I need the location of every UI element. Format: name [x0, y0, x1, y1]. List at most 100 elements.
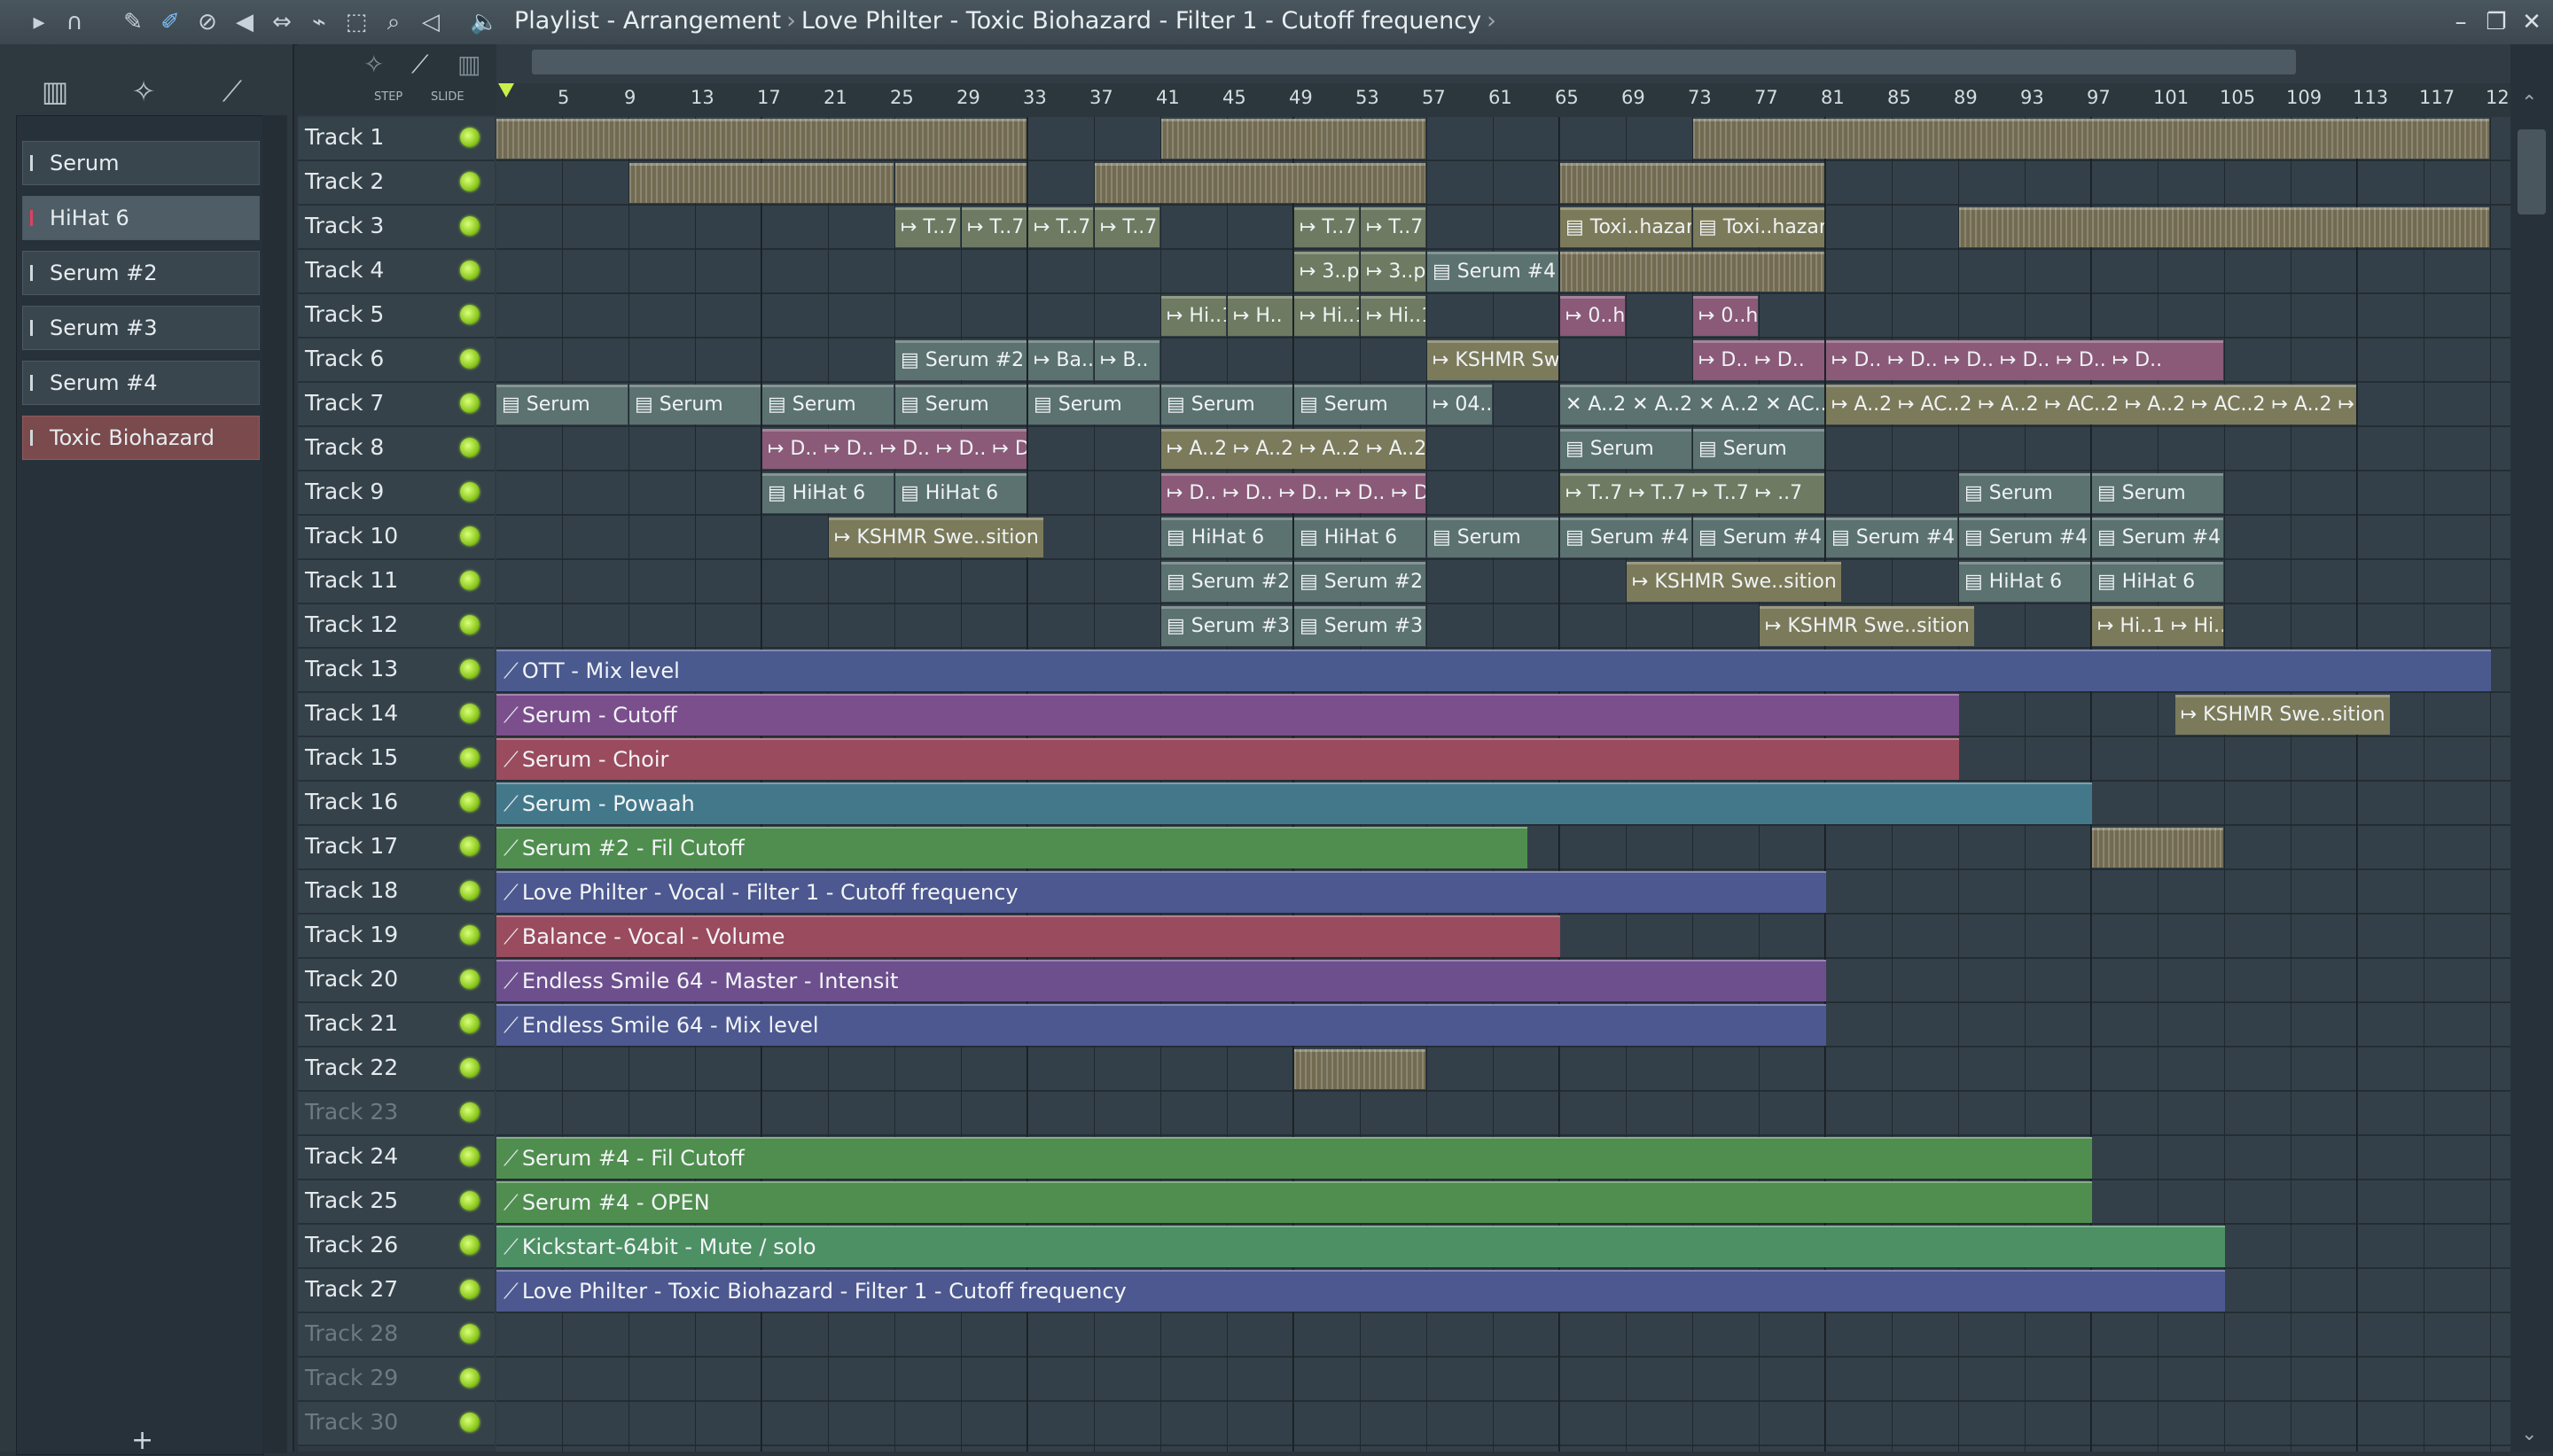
- track-mute-led[interactable]: [460, 1191, 480, 1211]
- automation-clip[interactable]: ⟋ Endless Smile 64 - Mix level: [496, 1004, 1826, 1046]
- automation-clip[interactable]: ⟋ Serum - Powaah: [496, 783, 2092, 824]
- pattern-clip[interactable]: [1560, 163, 1824, 203]
- pattern-clip[interactable]: ↦ KSHMR Swe..sition 03: [2174, 695, 2390, 735]
- automation-clip[interactable]: ⟋ Serum #4 - OPEN: [496, 1181, 2092, 1223]
- pattern-clip[interactable]: ▤ Serum: [1161, 385, 1292, 424]
- automation-clip[interactable]: ⟋ Serum - Choir: [496, 738, 1959, 780]
- track-mute-led[interactable]: [460, 305, 480, 324]
- pattern-clip[interactable]: ↦ D.. ↦ D.. ↦ D.. ↦ D.. ↦ D.. ↦ D..: [1826, 340, 2223, 380]
- track-header[interactable]: Track 22: [298, 1047, 495, 1092]
- track-header[interactable]: Track 14: [298, 693, 495, 737]
- track-header[interactable]: Track 12: [298, 604, 495, 649]
- piano-roll-icon[interactable]: ▥: [28, 69, 82, 113]
- pattern-clip[interactable]: ▤ Serum #2: [1294, 562, 1425, 602]
- picker-item[interactable]: Serum #2: [22, 251, 260, 295]
- delete-icon[interactable]: ⊘: [193, 8, 222, 36]
- track-mute-led[interactable]: [460, 925, 480, 945]
- pattern-clip[interactable]: ↦ A..2 ↦ A..2 ↦ A..2 ↦ A..2: [1161, 429, 1425, 469]
- track-header[interactable]: Track 29: [298, 1358, 495, 1402]
- pattern-clip[interactable]: ↦ 0..h: [1693, 296, 1758, 336]
- pattern-clip[interactable]: ▤ Serum: [1959, 473, 2090, 513]
- track-header[interactable]: Track 13: [298, 649, 495, 693]
- pattern-clip[interactable]: ↦ 04..t: [1427, 385, 1492, 424]
- pattern-clip[interactable]: ▤ Serum #2: [1161, 562, 1292, 602]
- track-header[interactable]: Track 6: [298, 339, 495, 383]
- track-mute-led[interactable]: [460, 172, 480, 191]
- pattern-clip[interactable]: ▤ Serum #3: [1294, 606, 1425, 646]
- pattern-clip[interactable]: ↦ Hi..1: [1294, 296, 1359, 336]
- track-header[interactable]: Track 1: [298, 117, 495, 161]
- track-mute-led[interactable]: [460, 482, 480, 502]
- pattern-clip[interactable]: ↦ Hi..1: [1361, 296, 1425, 336]
- pattern-clip[interactable]: ▤ Serum: [1560, 429, 1691, 469]
- automation-clip[interactable]: ⟋ Balance - Vocal - Volume: [496, 915, 1560, 957]
- automation-clip[interactable]: ⟋ Serum #4 - Fil Cutoff: [496, 1137, 2092, 1179]
- audio-icon[interactable]: ✧: [117, 69, 170, 113]
- pattern-clip[interactable]: ▤ HiHat 6: [1959, 562, 2090, 602]
- pattern-clip[interactable]: ↦ T..7: [1028, 207, 1093, 247]
- slice-icon[interactable]: ⌁: [305, 8, 333, 36]
- playback-icon[interactable]: ◁: [417, 8, 445, 36]
- picker-scrollbar[interactable]: [262, 115, 287, 1453]
- pattern-clip[interactable]: ▤ Toxi..hazard: [1560, 207, 1691, 247]
- pattern-clip[interactable]: ▤ Serum: [1294, 385, 1425, 424]
- maximize-button[interactable]: ❐: [2480, 7, 2512, 37]
- pattern-clip[interactable]: ↦ T..7: [962, 207, 1027, 247]
- pattern-clip[interactable]: ▤ Serum: [2092, 473, 2223, 513]
- pattern-clip[interactable]: ▤ HiHat 6: [1161, 518, 1292, 557]
- pattern-clip[interactable]: ▤ Serum: [762, 385, 894, 424]
- pattern-clip[interactable]: [1095, 163, 1425, 203]
- pattern-clip[interactable]: ↦ A..2 ↦ AC..2 ↦ A..2 ↦ AC..2 ↦ A..2 ↦ A…: [1826, 385, 2356, 424]
- track-mute-led[interactable]: [460, 615, 480, 635]
- overview-scrollbar[interactable]: [496, 44, 2510, 83]
- pattern-clip[interactable]: ▤ Serum #4: [1560, 518, 1691, 557]
- pattern-clip[interactable]: ↦ Hi..1 ↦ Hi..1: [2092, 606, 2223, 646]
- pattern-clip[interactable]: ▤ Serum: [1427, 518, 1558, 557]
- snap-icon[interactable]: ✧: [363, 50, 384, 79]
- track-header[interactable]: Track 16: [298, 782, 495, 826]
- automation-clip[interactable]: ⟋ Serum - Cutoff: [496, 694, 1959, 736]
- track-header[interactable]: Track 2: [298, 161, 495, 206]
- track-mute-led[interactable]: [460, 1368, 480, 1388]
- track-mute-led[interactable]: [460, 438, 480, 457]
- pattern-clip[interactable]: ↦ B..: [1095, 340, 1159, 380]
- paint-icon[interactable]: ✐: [156, 8, 184, 36]
- playhead-marker[interactable]: [498, 83, 514, 97]
- slide-label[interactable]: SLIDE: [431, 90, 465, 104]
- track-mute-led[interactable]: [460, 748, 480, 767]
- pattern-clip[interactable]: [1959, 207, 2489, 247]
- magnet-icon[interactable]: ∩: [60, 8, 89, 36]
- vertical-scrollbar[interactable]: ⌃ ⌄: [2510, 44, 2553, 1452]
- track-mute-led[interactable]: [460, 1102, 480, 1122]
- picker-item[interactable]: Serum: [22, 141, 260, 185]
- pattern-clip[interactable]: [1560, 252, 1824, 292]
- picker-item[interactable]: Serum #3: [22, 306, 260, 350]
- track-header[interactable]: Track 7: [298, 383, 495, 427]
- select-icon[interactable]: ⬚: [342, 8, 371, 36]
- picker-item[interactable]: HiHat 6: [22, 196, 260, 240]
- pattern-clip[interactable]: ▤ Serum: [629, 385, 761, 424]
- track-header[interactable]: Track 10: [298, 516, 495, 560]
- automation-clip[interactable]: ⟋ Love Philter - Vocal - Filter 1 - Cutof…: [496, 871, 1826, 913]
- pattern-clip[interactable]: ✕ A..2 ✕ A..2 ✕ A..2 ✕ AC..2: [1560, 385, 1824, 424]
- automation-icon[interactable]: ⟋: [206, 69, 259, 113]
- pattern-clip[interactable]: ↦ KSHMR Swe..sition 03: [1427, 340, 1558, 380]
- pattern-clip[interactable]: ↦ T..7 ↦ T..7 ↦ T..7 ↦ ..7: [1560, 473, 1824, 513]
- pattern-clip[interactable]: ▤ Serum: [895, 385, 1027, 424]
- pattern-clip[interactable]: ↦ 3..p: [1361, 252, 1425, 292]
- track-mute-led[interactable]: [460, 128, 480, 147]
- automation-clip[interactable]: ⟋ Serum #2 - Fil Cutoff: [496, 827, 1527, 868]
- track-mute-led[interactable]: [460, 216, 480, 236]
- scroll-up-icon[interactable]: ⌃: [2521, 92, 2537, 114]
- playlist-grid[interactable]: ↦ T..7 ↦ T..7 ↦ T..7 ↦ T..7 ↦ T..7 ↦ T..7 ▤ To…: [496, 117, 2510, 1452]
- pattern-clip[interactable]: [629, 163, 894, 203]
- time-ruler[interactable]: 5 9 13 17 21 25 29 33 37 41 45 49 53 57 61 65 69 73 77 81 85…: [496, 83, 2521, 118]
- track-mute-led[interactable]: [460, 349, 480, 369]
- track-header[interactable]: Track 24: [298, 1136, 495, 1180]
- track-mute-led[interactable]: [460, 837, 480, 856]
- track-header[interactable]: Track 30: [298, 1402, 495, 1446]
- track-header[interactable]: Track 25: [298, 1180, 495, 1225]
- track-mute-led[interactable]: [460, 659, 480, 679]
- slip-icon[interactable]: ⇔: [268, 8, 296, 36]
- pattern-clip[interactable]: ▤ HiHat 6: [895, 473, 1027, 513]
